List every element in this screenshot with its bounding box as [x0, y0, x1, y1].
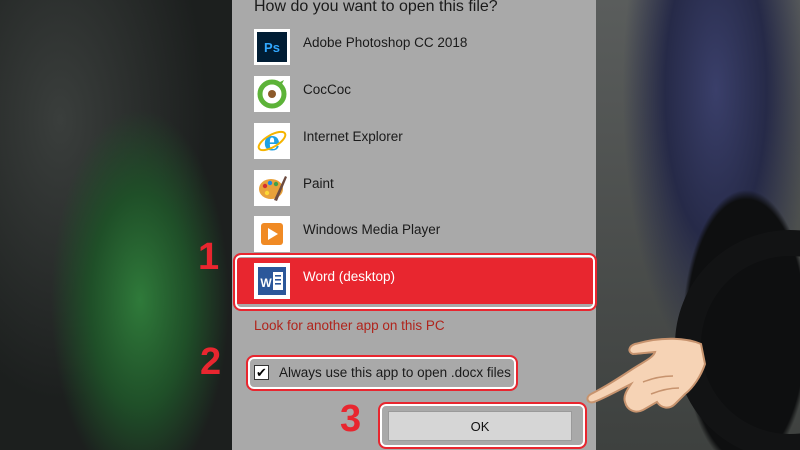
look-for-another-app-link[interactable]: Look for another app on this PC [254, 318, 445, 333]
app-item-internet-explorer[interactable]: e Internet Explorer [254, 121, 594, 161]
highlight-ok-frame [378, 402, 587, 449]
dialog-title: How do you want to open this file? [254, 0, 498, 15]
app-item-coccoc[interactable]: CocCoc [254, 74, 594, 114]
app-label: Paint [303, 175, 334, 191]
internet-explorer-icon: e [254, 123, 290, 159]
highlight-checkbox-frame [246, 355, 518, 391]
highlight-word-frame [233, 253, 597, 311]
app-label: Windows Media Player [303, 221, 441, 237]
coccoc-icon [254, 76, 290, 112]
step-number-2: 2 [200, 341, 222, 383]
paint-icon [254, 170, 290, 206]
wallpaper-rider-left [0, 0, 232, 450]
media-player-icon [254, 216, 290, 252]
app-label: Internet Explorer [303, 128, 403, 144]
pointing-hand-icon [583, 330, 708, 420]
photoshop-icon: Ps [254, 29, 290, 65]
app-item-windows-media-player[interactable]: Windows Media Player [254, 214, 594, 254]
step-number-3: 3 [340, 398, 362, 440]
svg-text:Ps: Ps [264, 40, 280, 55]
app-item-paint[interactable]: Paint [254, 168, 594, 208]
app-item-photoshop[interactable]: Ps Adobe Photoshop CC 2018 [254, 27, 594, 67]
app-label: CocCoc [303, 81, 352, 97]
step-number-1: 1 [198, 236, 220, 278]
app-label: Adobe Photoshop CC 2018 [303, 34, 468, 50]
